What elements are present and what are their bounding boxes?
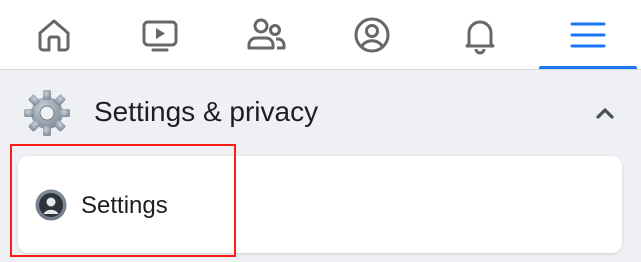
- menu-icon: [570, 22, 606, 48]
- nav-menu[interactable]: [540, 0, 636, 70]
- profile-icon: [354, 17, 390, 53]
- nav-friends[interactable]: [218, 0, 314, 70]
- home-icon: [38, 19, 70, 52]
- bell-icon: [465, 20, 495, 55]
- nav-profile[interactable]: [324, 0, 420, 70]
- gear-icon: [24, 90, 70, 136]
- chevron-up-icon[interactable]: [595, 106, 615, 120]
- account-icon: [35, 189, 67, 221]
- friends-icon: [247, 18, 286, 50]
- section-title: Settings & privacy: [94, 96, 319, 127]
- nav-home[interactable]: [6, 0, 102, 70]
- nav-active-indicator: [539, 66, 637, 69]
- nav-notifications[interactable]: [432, 0, 528, 70]
- settings-menu-card: Settings: [18, 156, 622, 253]
- top-nav-bar: [0, 0, 641, 70]
- nav-video[interactable]: [112, 0, 208, 70]
- settings-privacy-header[interactable]: Settings & privacy: [0, 70, 641, 156]
- menu-item-label: Settings: [81, 192, 168, 219]
- menu-item-settings[interactable]: Settings: [18, 156, 622, 253]
- video-icon: [142, 20, 178, 52]
